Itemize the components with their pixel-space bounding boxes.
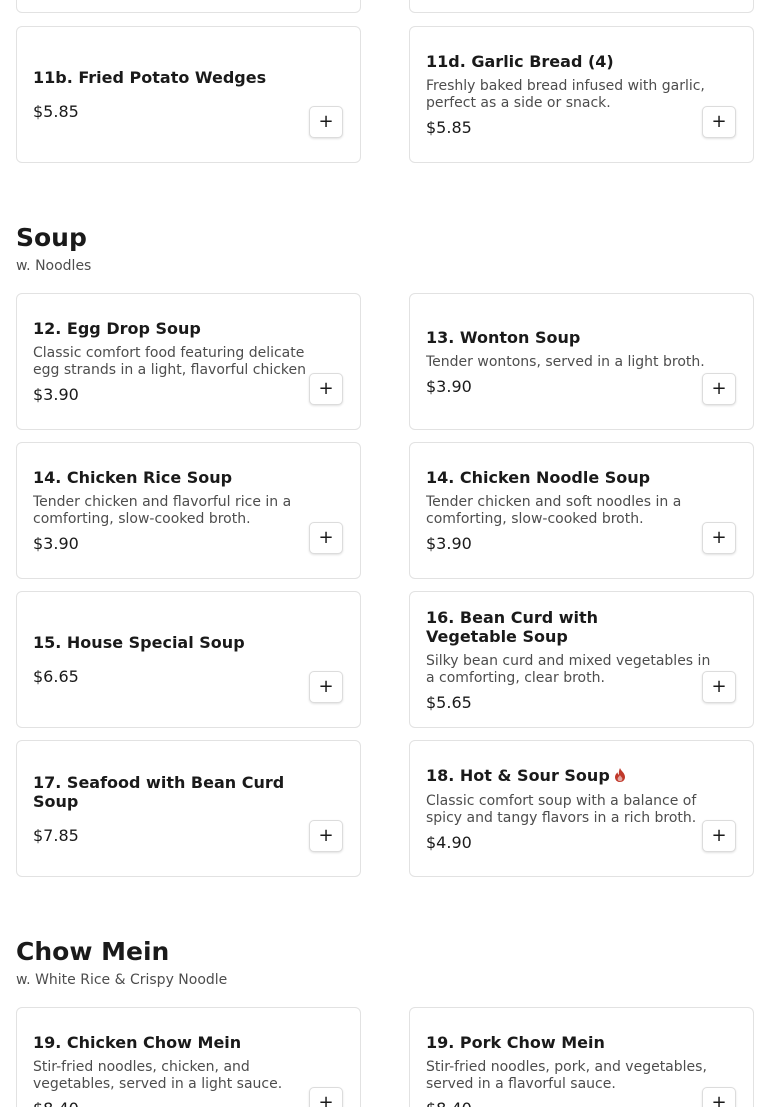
item-price: $8.40 [426, 1099, 691, 1107]
item-description: Tender wontons, served in a light broth. [426, 353, 705, 370]
section-title: Soup [16, 223, 87, 252]
add-to-cart-button[interactable]: + [702, 1087, 736, 1107]
item-price: $5.85 [426, 118, 472, 137]
item-description: Silky bean curd and mixed vegetables in … [426, 652, 711, 686]
item-description: Stir-fried noodles, pork, and vegetables… [426, 1059, 707, 1092]
item-name: 13. Wonton Soup [426, 327, 581, 347]
menu-item-card[interactable]: 14. Chicken Noodle Soup Tender chicken a… [409, 442, 754, 579]
item-price: $3.90 [426, 376, 472, 396]
menu-item-card[interactable]: 18. Hot & Sour Soup Classic comfort soup… [409, 740, 754, 877]
add-to-cart-button[interactable]: + [702, 373, 736, 405]
item-name: 19. Pork Chow Mein [426, 1033, 605, 1052]
add-to-cart-button[interactable]: + [309, 106, 343, 138]
item-description: Classic comfort soup with a balance of s… [426, 792, 697, 826]
item-name: 11d. Garlic Bread (4) [426, 52, 614, 71]
item-name: 11b. Fried Potato Wedges [33, 68, 267, 87]
item-price: $3.90 [426, 534, 472, 553]
item-name: 14. Chicken Rice Soup [33, 468, 233, 487]
add-to-cart-button[interactable]: + [309, 671, 343, 703]
item-price: $4.90 [426, 832, 472, 852]
menu-item-card-partial[interactable] [16, 0, 361, 13]
item-price: $3.90 [33, 385, 79, 404]
item-description: Tender chicken and soft noodles in a com… [426, 494, 682, 527]
item-name: 18. Hot & Sour Soup [426, 765, 610, 785]
item-name-row: 18. Hot & Sour Soup [426, 766, 691, 786]
item-name: 16. Bean Curd with Vegetable Soup [426, 607, 599, 646]
item-name: 19. Chicken Chow Mein [33, 1033, 242, 1052]
section-title: Chow Mein [16, 937, 170, 966]
menu-item-card[interactable]: 17. Seafood with Bean Curd Soup $7.85 + [16, 740, 361, 877]
add-to-cart-button[interactable]: + [702, 522, 736, 554]
item-price: $5.65 [426, 692, 472, 712]
item-description: Tender chicken and flavorful rice in a c… [33, 494, 292, 527]
add-to-cart-button[interactable]: + [309, 373, 343, 405]
item-description: Classic comfort food featuring delicate … [33, 345, 307, 378]
item-price: $3.90 [33, 534, 79, 553]
item-description: Freshly baked bread infused with garlic,… [426, 78, 705, 111]
menu-item-card-partial[interactable] [409, 0, 754, 13]
add-to-cart-button[interactable]: + [702, 820, 736, 852]
item-price: $7.85 [33, 825, 79, 845]
menu-item-card[interactable]: 12. Egg Drop Soup Classic comfort food f… [16, 293, 361, 430]
menu-item-card[interactable]: 16. Bean Curd with Vegetable Soup Silky … [409, 591, 754, 728]
item-price: $5.85 [33, 102, 79, 121]
section-subtitle: w. Noodles [16, 258, 92, 274]
item-name: 17. Seafood with Bean Curd Soup [33, 772, 285, 811]
add-to-cart-button[interactable]: + [309, 522, 343, 554]
menu-item-card[interactable]: 13. Wonton Soup Tender wontons, served i… [409, 293, 754, 430]
section-subtitle: w. White Rice & Crispy Noodle [16, 972, 228, 988]
menu-item-card[interactable]: 19. Chicken Chow Mein Stir-fried noodles… [16, 1007, 361, 1107]
menu-item-card[interactable]: 14. Chicken Rice Soup Tender chicken and… [16, 442, 361, 579]
item-name: 15. House Special Soup [33, 633, 245, 652]
add-to-cart-button[interactable]: + [702, 106, 736, 138]
item-name: 12. Egg Drop Soup [33, 319, 201, 338]
item-description: Stir-fried noodles, chicken, and vegetab… [33, 1059, 283, 1092]
menu-item-card[interactable]: 19. Pork Chow Mein Stir-fried noodles, p… [409, 1007, 754, 1107]
menu-item-card[interactable]: 15. House Special Soup $6.65 + [16, 591, 361, 728]
add-to-cart-button[interactable]: + [702, 671, 736, 703]
item-price: $6.65 [33, 667, 79, 686]
item-price: $8.40 [33, 1099, 298, 1107]
add-to-cart-button[interactable]: + [309, 1087, 343, 1107]
menu-item-card[interactable]: 11d. Garlic Bread (4) Freshly baked brea… [409, 26, 754, 163]
add-to-cart-button[interactable]: + [309, 820, 343, 852]
menu-item-card[interactable]: 11b. Fried Potato Wedges $5.85 + [16, 26, 361, 163]
item-name: 14. Chicken Noodle Soup [426, 468, 651, 487]
spicy-icon [614, 767, 626, 786]
